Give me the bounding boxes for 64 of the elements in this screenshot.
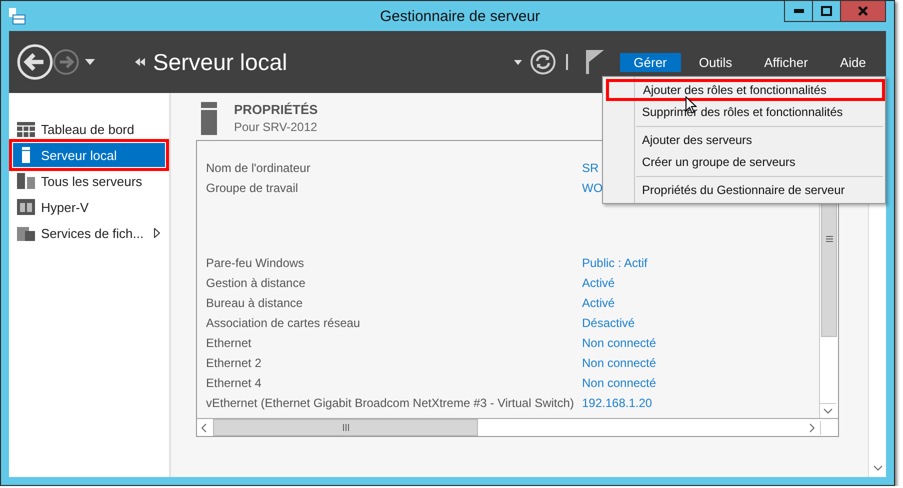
- sidebar-item[interactable]: Hyper-V: [13, 195, 165, 219]
- maximize-button[interactable]: [812, 0, 841, 22]
- flag-icon[interactable]: [586, 50, 604, 74]
- sidebar-item[interactable]: Tous les serveurs: [13, 169, 165, 193]
- sidebar-item[interactable]: Tableau de bord: [13, 117, 165, 141]
- property-link[interactable]: 192.168.1.20: [582, 396, 652, 410]
- property-label: Ethernet: [206, 336, 252, 350]
- sidebar-item[interactable]: Serveur local: [13, 143, 165, 167]
- window-title: Gestionnaire de serveur: [380, 8, 540, 24]
- section-title: PROPRIÉTÉS: [234, 102, 318, 117]
- menu-item[interactable]: Afficher: [750, 52, 822, 72]
- property-label: vEthernet (Ethernet Gigabit Broadcom NetXtreme #3 - Virtual Switch): [206, 396, 575, 410]
- property-link[interactable]: SR: [582, 161, 599, 175]
- menu-item[interactable]: Outils: [684, 52, 746, 72]
- back-button[interactable]: [17, 44, 53, 80]
- grid-icon: [17, 122, 35, 136]
- chevron-down-icon[interactable]: [872, 463, 884, 473]
- separator-icon: [566, 54, 568, 70]
- property-label: Groupe de travail: [206, 181, 300, 195]
- caret-icon[interactable]: [85, 59, 95, 65]
- menu-entry[interactable]: Ajouter des serveurs: [605, 129, 883, 151]
- minimize-icon: [794, 9, 804, 13]
- property-label: Ethernet 4: [206, 376, 262, 390]
- property-label: Gestion à distance: [206, 276, 306, 290]
- scroll-thumb[interactable]: [213, 419, 478, 436]
- menu-entry[interactable]: Créer un groupe de serveurs: [605, 151, 883, 173]
- property-link[interactable]: Non connecté: [582, 376, 656, 390]
- server-toolbox-icon: [8, 7, 26, 25]
- refresh-icon[interactable]: [530, 49, 556, 75]
- property-link[interactable]: Public : Actif: [582, 256, 648, 270]
- maximize-icon: [821, 6, 832, 16]
- property-link[interactable]: Non connecté: [582, 356, 656, 370]
- menu-entry[interactable]: Propriétés du Gestionnaire de serveur: [605, 179, 883, 201]
- menu-entry[interactable]: Supprimer des rôles et fonctionnalités: [605, 101, 883, 123]
- server-icon: [201, 102, 217, 135]
- folder-server-icon: [17, 225, 35, 241]
- property-label: Pare-feu Windows: [206, 256, 306, 270]
- property-link[interactable]: Activé: [582, 296, 615, 310]
- section-subtitle: Pour SRV-2012: [234, 120, 318, 134]
- property-label: Association de cartes réseau: [206, 316, 362, 330]
- horizontal-scrollbar[interactable]: [197, 418, 838, 436]
- server-icon: [22, 147, 30, 163]
- minimize-button[interactable]: [784, 0, 813, 22]
- property-link[interactable]: Non connecté: [582, 336, 656, 350]
- servers-icon: [17, 173, 35, 189]
- menu-item[interactable]: Aide: [826, 52, 880, 72]
- sidebar-item[interactable]: Services de fich...: [13, 221, 165, 245]
- property-label: Bureau à distance: [206, 296, 304, 310]
- forward-button[interactable]: [53, 49, 79, 75]
- server-rack-icon: [17, 199, 35, 215]
- grip-icon: [342, 424, 348, 431]
- property-link[interactable]: Activé: [582, 276, 615, 290]
- menu-entry[interactable]: Ajouter des rôles et fonctionnalités: [606, 79, 885, 101]
- property-label: Nom de l'ordinateur: [206, 161, 312, 175]
- caret-icon[interactable]: [514, 60, 522, 64]
- grip-icon: [826, 236, 832, 242]
- property-link[interactable]: Désactivé: [582, 316, 635, 330]
- property-link[interactable]: WO: [582, 181, 603, 195]
- double-arrow-icon[interactable]: [135, 58, 145, 66]
- menu-item[interactable]: Gérer: [620, 52, 681, 72]
- page-title: Serveur local: [153, 48, 288, 76]
- property-label: Ethernet 2: [206, 356, 262, 370]
- close-icon: [858, 6, 868, 16]
- close-button[interactable]: [840, 0, 886, 22]
